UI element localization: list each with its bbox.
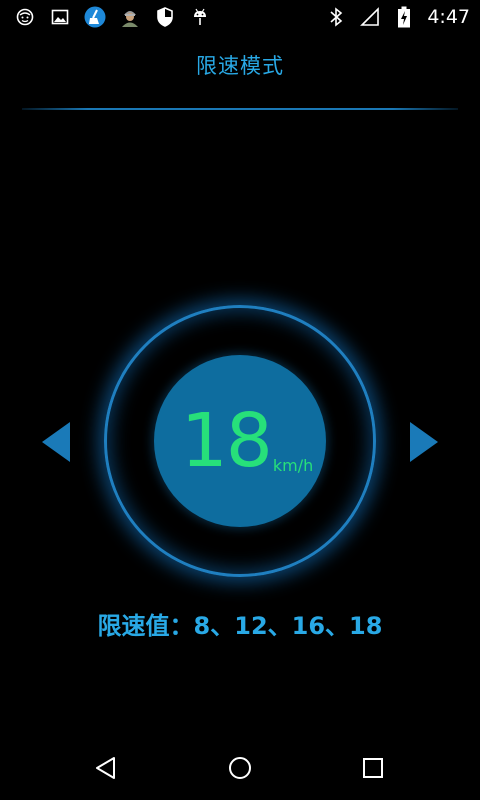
- speed-dial: 18 km/h: [104, 305, 376, 577]
- battery-charging-icon: [393, 6, 415, 28]
- limit-values-text: 限速值：8、12、16、18: [97, 612, 383, 640]
- recents-icon: [363, 758, 383, 778]
- arrow-left-icon: [42, 422, 70, 462]
- back-button[interactable]: [90, 752, 122, 784]
- system-status: 4:47: [325, 6, 470, 28]
- recents-button[interactable]: [357, 752, 389, 784]
- bluetooth-icon: [325, 6, 347, 28]
- smiley-icon: [14, 6, 36, 28]
- decrease-speed-button[interactable]: [38, 420, 74, 464]
- title-divider: [22, 108, 458, 110]
- speed-readout: 18 km/h: [104, 305, 376, 577]
- notification-icons: [14, 6, 211, 28]
- back-icon: [96, 757, 115, 779]
- image-icon: [49, 6, 71, 28]
- status-clock: 4:47: [427, 6, 470, 28]
- cleaner-app-icon: [84, 6, 106, 28]
- status-bar: 4:47: [0, 0, 480, 34]
- speed-unit: km/h: [272, 456, 314, 475]
- increase-speed-button[interactable]: [406, 420, 442, 464]
- arrow-right-icon: [410, 422, 438, 462]
- speed-value: 18: [180, 398, 273, 484]
- android-icon: [189, 6, 211, 28]
- avatar-icon: [119, 6, 141, 28]
- signal-icon: [359, 6, 381, 28]
- home-icon: [229, 757, 251, 779]
- shield-icon: [154, 6, 176, 28]
- navigation-bar: [0, 736, 480, 800]
- home-button[interactable]: [224, 752, 256, 784]
- page-title: 限速模式: [196, 54, 284, 78]
